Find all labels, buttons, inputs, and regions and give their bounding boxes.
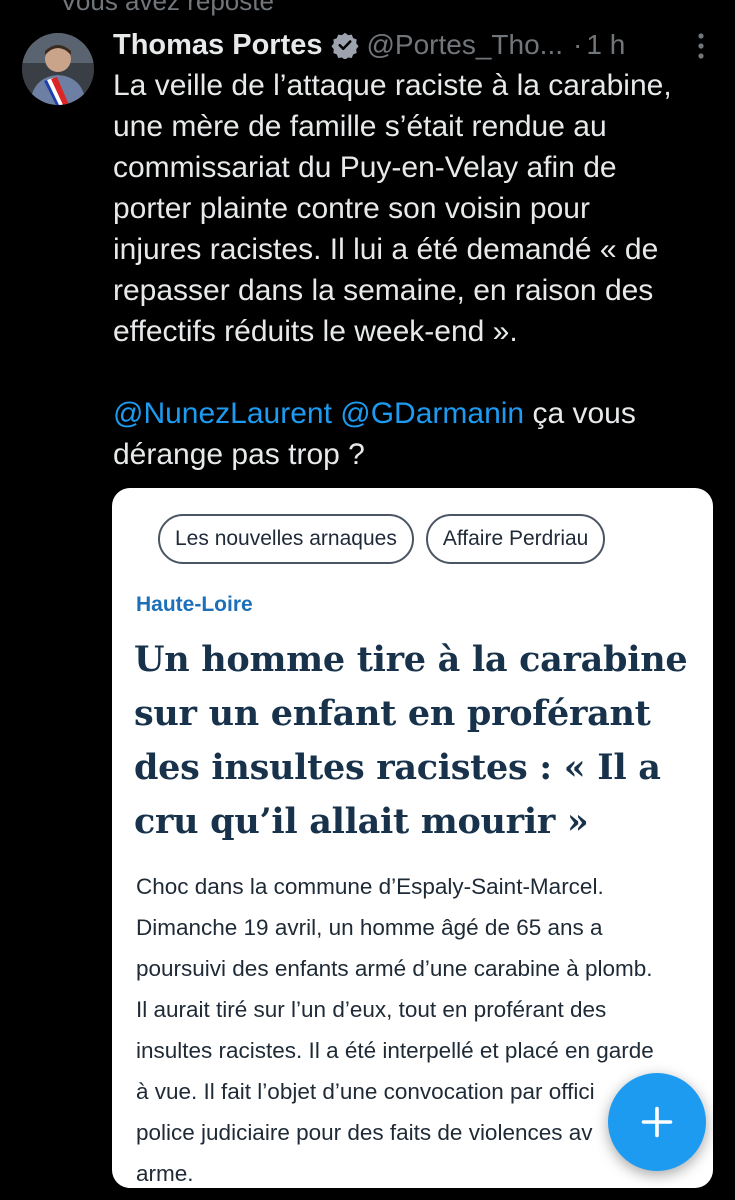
tweet-line: dérange pas trop ? — [113, 438, 365, 471]
tweet-line: une mère de famille s’était rendue au — [113, 110, 607, 143]
separator: · — [573, 29, 583, 60]
mentions-line: @NunezLaurent @GDarmanin ça vous — [113, 393, 713, 434]
body-line: insultes racistes. Il a été interpellé e… — [136, 1038, 654, 1063]
headline-line: sur un enfant en proférant — [134, 693, 651, 734]
plus-icon — [641, 1106, 673, 1138]
author-name[interactable]: Thomas Portes — [113, 29, 323, 62]
tweet-text: La veille de l’attaque raciste à la cara… — [113, 65, 713, 475]
tweet-line: porter plainte contre son voisin pour — [113, 192, 590, 225]
body-line: Il aurait tiré sur l’un d’eux, tout en p… — [136, 997, 607, 1022]
body-line: arme. — [136, 1161, 194, 1186]
headline-line: cru qu’il allait mourir » — [134, 801, 589, 842]
repost-indicator: Vous avez reposté — [60, 0, 274, 16]
article-headline: Un homme tire à la carabine sur un enfan… — [134, 633, 704, 849]
tweet-header: Thomas Portes @Portes_Tho... · 1 h — [113, 24, 713, 66]
tweet-line: injures racistes. Il lui a été demandé «… — [113, 233, 659, 266]
article-screenshot[interactable]: Les nouvelles arnaques Affaire Perdriau … — [112, 488, 713, 1188]
article-region: Haute-Loire — [136, 593, 253, 616]
tweet-line: commissariat du Puy-en-Velay afin de — [113, 151, 617, 184]
avatar-photo — [22, 33, 94, 105]
headline-line: des insultes racistes : « Il a — [134, 747, 661, 788]
topic-chip: Affaire Perdriau — [425, 514, 606, 564]
tweet-line: La veille de l’attaque raciste à la cara… — [113, 69, 672, 102]
tweet-line: ça vous — [524, 397, 636, 430]
headline-line: Un homme tire à la carabine — [134, 639, 688, 680]
compose-button[interactable] — [608, 1073, 706, 1171]
tweet-line: effectifs réduits le week-end ». — [113, 315, 518, 348]
mention-link[interactable]: @NunezLaurent — [113, 397, 332, 430]
more-options-icon[interactable] — [689, 28, 713, 64]
topic-chips: Les nouvelles arnaques Affaire Perdriau — [158, 514, 606, 564]
body-line: Dimanche 19 avril, un homme âgé de 65 an… — [136, 915, 603, 940]
avatar[interactable] — [22, 33, 94, 105]
author-handle[interactable]: @Portes_Tho... — [367, 29, 564, 61]
timestamp[interactable]: 1 h — [586, 29, 625, 61]
verified-badge-icon — [330, 31, 359, 60]
body-line: Choc dans la commune d’Espaly-Saint-Marc… — [136, 874, 604, 899]
tweet-line: repasser dans la semaine, en raison des — [113, 274, 654, 307]
body-line: poursuivi des enfants armé d’une carabin… — [136, 956, 653, 981]
topic-chip: Les nouvelles arnaques — [158, 514, 414, 564]
mention-link[interactable]: @GDarmanin — [340, 397, 524, 430]
